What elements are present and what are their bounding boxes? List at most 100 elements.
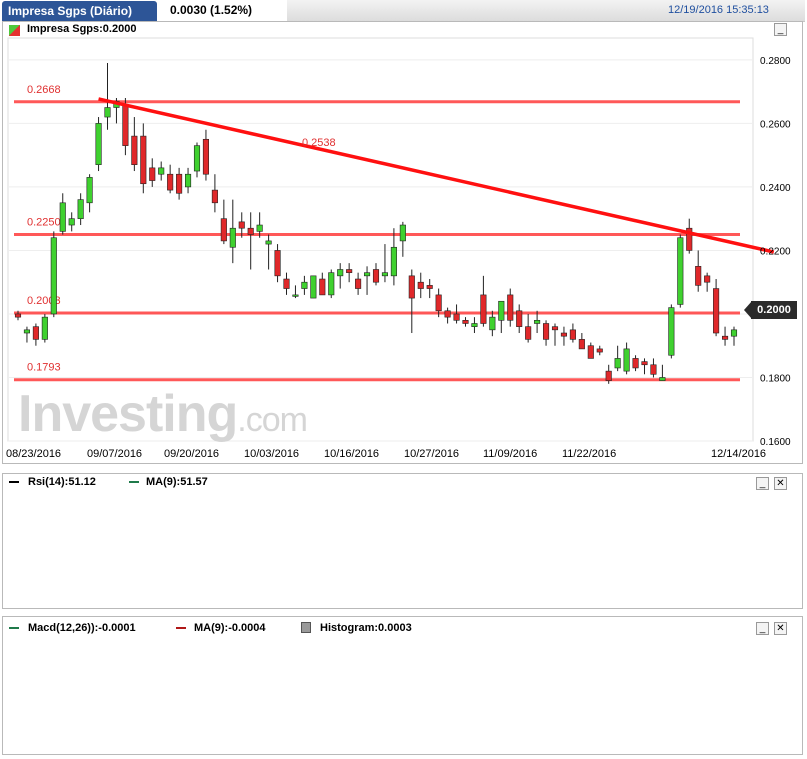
macd-legend: Macd(12,26)):-0.0001: [28, 622, 136, 634]
histogram-legend: Histogram:0.0003: [320, 622, 412, 634]
candle-body: [220, 218, 227, 242]
candle-body: [650, 364, 657, 375]
candle-body: [551, 326, 559, 331]
histogram-legend-swatch: [301, 622, 311, 633]
candle-body: [176, 173, 183, 194]
trendline: 0.2538: [98, 97, 775, 254]
candle-body: [704, 275, 711, 283]
candle-body: [560, 332, 568, 337]
candle-body: [211, 189, 218, 204]
price-x-axis: 08/23/2016 09/07/2016 09/20/2016 10/03/2016…: [6, 448, 766, 460]
candle-body: [229, 227, 236, 248]
rsi-ma-legend-swatch: [129, 481, 139, 483]
candle-body: [41, 316, 48, 340]
candle-body: [292, 294, 299, 297]
candle-body: [507, 294, 514, 321]
price-y-tick: 0.2800: [760, 56, 791, 67]
macd-minimize-button[interactable]: _: [756, 622, 769, 635]
candle-body: [444, 310, 451, 318]
candle-body: [390, 246, 397, 277]
candle-body: [167, 173, 174, 191]
candle-body: [319, 278, 326, 296]
candle-body: [498, 300, 505, 321]
candle-body: [417, 281, 424, 289]
candle-body: [641, 361, 648, 366]
candle-body: [408, 275, 415, 299]
candle-body: [721, 335, 729, 340]
candle-body: [247, 227, 254, 235]
candle-body: [363, 272, 371, 277]
candle-body: [659, 377, 666, 381]
macd-close-button[interactable]: ✕: [774, 622, 787, 635]
horizontal-line-label: 0.2668: [27, 84, 61, 96]
price-y-tick: 0.1800: [760, 373, 791, 384]
candle-body: [193, 145, 201, 172]
candle-body: [614, 358, 621, 369]
price-x-tick: 10/27/2016: [404, 448, 459, 460]
rsi-close-button[interactable]: ✕: [774, 477, 787, 490]
macd-legend-swatch: [9, 627, 19, 629]
watermark-suffix: .com: [237, 401, 308, 439]
price-x-tick: 10/03/2016: [244, 448, 299, 460]
rsi-legend-swatch: [9, 481, 19, 483]
candle-body: [677, 237, 684, 305]
price-x-tick: 10/16/2016: [324, 448, 379, 460]
candle-body: [158, 167, 165, 175]
candle-body: [310, 275, 317, 299]
candle-body: [569, 329, 576, 340]
candle-body: [50, 237, 57, 315]
price-x-tick: 09/20/2016: [164, 448, 219, 460]
candle-body: [256, 224, 263, 232]
candle-body: [668, 307, 675, 356]
watermark-text: Investing: [18, 385, 238, 443]
horizontal-line-label: 0.2250: [27, 217, 61, 229]
rsi-ma-legend: MA(9):51.57: [146, 476, 208, 488]
candle-body: [632, 358, 639, 369]
candle-body: [346, 269, 353, 273]
macd-ma-legend-swatch: [176, 627, 186, 629]
candle-body: [534, 320, 541, 324]
candle-body: [140, 135, 147, 185]
candle-body: [695, 266, 702, 286]
candle-body: [328, 272, 335, 296]
candle-body: [578, 339, 585, 350]
price-x-tick: 09/07/2016: [87, 448, 142, 460]
candle-body: [596, 348, 603, 353]
candle-body: [525, 326, 532, 340]
candle-body: [104, 107, 111, 118]
candle-body: [381, 272, 389, 277]
candle-body: [542, 323, 550, 340]
candle-body: [471, 323, 478, 327]
candle-body: [86, 177, 93, 204]
macd-ma-legend: MA(9):-0.0004: [194, 622, 266, 634]
candle-body: [274, 250, 281, 277]
horizontal-line-label: 0.1793: [27, 362, 61, 374]
candle-body: [149, 167, 156, 181]
candle-body: [730, 329, 738, 337]
candle-body: [131, 135, 138, 165]
watermark-logo: Investing.com: [18, 384, 308, 444]
candle-body: [355, 278, 362, 289]
rsi-minimize-button[interactable]: _: [756, 477, 769, 490]
price-x-tick: 11/22/2016: [562, 448, 616, 460]
price-x-tick: 12/14/2016: [711, 448, 766, 460]
candle-body: [283, 278, 290, 289]
candle-body: [480, 294, 487, 324]
current-price-tag: 0.2000: [751, 301, 797, 319]
candle-body: [399, 224, 406, 242]
candle-body: [68, 218, 75, 226]
price-y-tick: 0.2600: [760, 119, 791, 130]
candle-body: [435, 294, 442, 312]
price-y-tick: 0.2400: [760, 183, 791, 194]
candle-body: [587, 345, 594, 359]
candle-body: [77, 199, 84, 219]
candle-body: [426, 285, 433, 289]
rsi-panel: [2, 473, 803, 609]
candle-body: [238, 221, 245, 229]
candle-body: [462, 320, 469, 324]
candle-body: [202, 138, 209, 175]
macd-panel: [2, 616, 803, 755]
candle-body: [623, 348, 630, 372]
candle-body: [301, 281, 308, 289]
candle-body: [185, 173, 192, 188]
